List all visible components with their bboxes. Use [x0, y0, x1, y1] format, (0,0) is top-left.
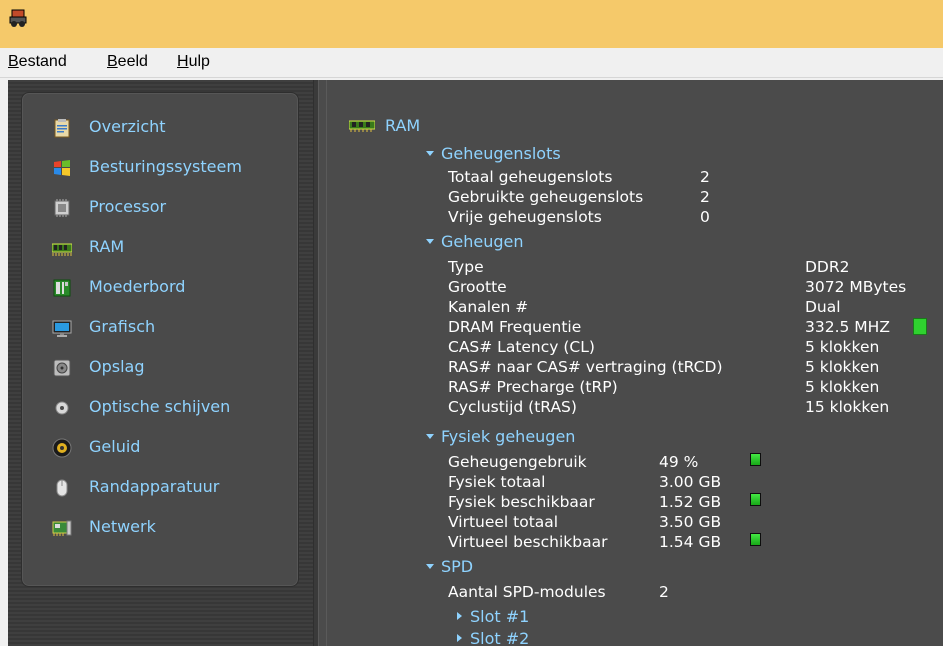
chevron-down-icon [426, 564, 434, 569]
row-label: Kanalen # [448, 298, 529, 316]
row-value: 49 % [659, 453, 699, 471]
section-geheugen[interactable]: Geheugen [426, 232, 524, 252]
details-panel: RAM Geheugenslots Totaal geheugenslots 2… [326, 80, 943, 646]
row-value: 3.00 GB [659, 473, 722, 491]
chevron-down-icon [426, 239, 434, 244]
row-label: Virtueel totaal [448, 513, 559, 531]
row-label: DRAM Frequentie [448, 318, 582, 336]
row-label: Gebruikte geheugenslots [448, 188, 644, 206]
chevron-right-icon [457, 612, 462, 620]
row-value: 5 klokken [805, 378, 880, 396]
sidebar-item-grafisch[interactable]: Grafisch [37, 314, 287, 342]
row-value: 332.5 MHZ [805, 318, 890, 336]
menu-bar: Bestand Beeld Hulp [0, 48, 943, 78]
row-value: Dual [805, 298, 841, 316]
row-label: Aantal SPD-modules [448, 583, 606, 601]
usage-indicator [750, 453, 761, 466]
sidebar-item-moederbord[interactable]: Moederbord [37, 274, 287, 302]
row-label: RAS# Precharge (tRP) [448, 378, 618, 396]
row-label: Fysiek beschikbaar [448, 493, 595, 511]
chevron-down-icon [426, 434, 434, 439]
row-value: 3.50 GB [659, 513, 722, 531]
sidebar-item-label: Besturingssysteem [89, 157, 242, 176]
sidebar-item-ram[interactable]: RAM [37, 234, 287, 262]
menu-bestand[interactable]: Bestand [8, 53, 67, 71]
row-label: Geheugengebruik [448, 453, 587, 471]
row-label: Virtueel beschikbaar [448, 533, 608, 551]
frequency-indicator [913, 318, 927, 335]
row-value: 5 klokken [805, 338, 880, 356]
row-value: 0 [700, 208, 710, 226]
menu-beeld[interactable]: Beeld [107, 53, 148, 71]
row-value: 15 klokken [805, 398, 890, 416]
chevron-down-icon [426, 151, 434, 156]
row-label: Grootte [448, 278, 507, 296]
sidebar: Overzicht Besturingssysteem Processor RA… [21, 92, 299, 587]
page-title: RAM [385, 116, 421, 135]
menu-hulp[interactable]: Hulp [177, 53, 210, 71]
row-label: Totaal geheugenslots [448, 168, 613, 186]
monitor-icon [52, 320, 72, 337]
row-value: 5 klokken [805, 358, 880, 376]
sidebar-item-label: Optische schijven [89, 397, 231, 416]
section-fysiek-geheugen[interactable]: Fysiek geheugen [426, 427, 575, 447]
sidebar-item-label: Moederbord [89, 277, 186, 296]
optical-disc-icon [55, 401, 69, 415]
sidebar-item-optische-schijven[interactable]: Optische schijven [37, 394, 287, 422]
row-value: 2 [700, 188, 710, 206]
speaker-icon [52, 438, 72, 458]
sidebar-item-label: Overzicht [89, 117, 166, 136]
network-card-icon [52, 520, 72, 536]
sidebar-item-label: Netwerk [89, 517, 156, 536]
row-label: Fysiek totaal [448, 473, 546, 491]
sidebar-item-label: Opslag [89, 357, 145, 376]
windows-logo-icon [54, 160, 70, 176]
row-label: RAS# naar CAS# vertraging (tRCD) [448, 358, 723, 376]
title-bar [0, 0, 943, 48]
sidebar-item-label: Geluid [89, 437, 141, 456]
ram-module-icon [52, 243, 72, 256]
side-panel: Overzicht Besturingssysteem Processor RA… [8, 80, 318, 646]
row-value: DDR2 [805, 258, 850, 276]
section-geheugenslots[interactable]: Geheugenslots [426, 144, 561, 164]
usage-indicator [750, 493, 761, 506]
row-label: CAS# Latency (CL) [448, 338, 595, 356]
section-spd[interactable]: SPD [426, 557, 473, 577]
spd-slot-2[interactable]: Slot #2 [457, 629, 529, 646]
sidebar-item-netwerk[interactable]: Netwerk [37, 514, 287, 542]
hard-drive-icon [53, 359, 71, 377]
row-value: 2 [700, 168, 710, 186]
spd-slot-1[interactable]: Slot #1 [457, 607, 529, 627]
mouse-icon [56, 479, 68, 497]
sidebar-item-label: RAM [89, 237, 125, 256]
sidebar-item-overzicht[interactable]: Overzicht [37, 114, 287, 142]
cpu-chip-icon [54, 199, 70, 217]
sidebar-item-label: Randapparatuur [89, 477, 220, 496]
row-label: Vrije geheugenslots [448, 208, 602, 226]
ram-module-icon [349, 120, 375, 132]
panel-splitter[interactable] [313, 80, 319, 646]
usage-indicator [750, 533, 761, 546]
sidebar-item-processor[interactable]: Processor [37, 194, 287, 222]
sidebar-item-besturingssysteem[interactable]: Besturingssysteem [37, 154, 287, 182]
motherboard-icon [53, 279, 71, 297]
row-label: Type [448, 258, 484, 276]
sidebar-item-label: Processor [89, 197, 167, 216]
clipboard-icon [54, 119, 70, 138]
app-icon [9, 9, 27, 27]
row-value: 3072 MBytes [805, 278, 907, 296]
sidebar-item-randapparatuur[interactable]: Randapparatuur [37, 474, 287, 502]
sidebar-item-geluid[interactable]: Geluid [37, 434, 287, 462]
chevron-right-icon [457, 634, 462, 642]
app-client-area: Overzicht Besturingssysteem Processor RA… [8, 80, 943, 646]
sidebar-item-label: Grafisch [89, 317, 156, 336]
row-value: 1.54 GB [659, 533, 722, 551]
row-value: 1.52 GB [659, 493, 722, 511]
sidebar-item-opslag[interactable]: Opslag [37, 354, 287, 382]
row-label: Cyclustijd (tRAS) [448, 398, 577, 416]
row-value: 2 [659, 583, 669, 601]
